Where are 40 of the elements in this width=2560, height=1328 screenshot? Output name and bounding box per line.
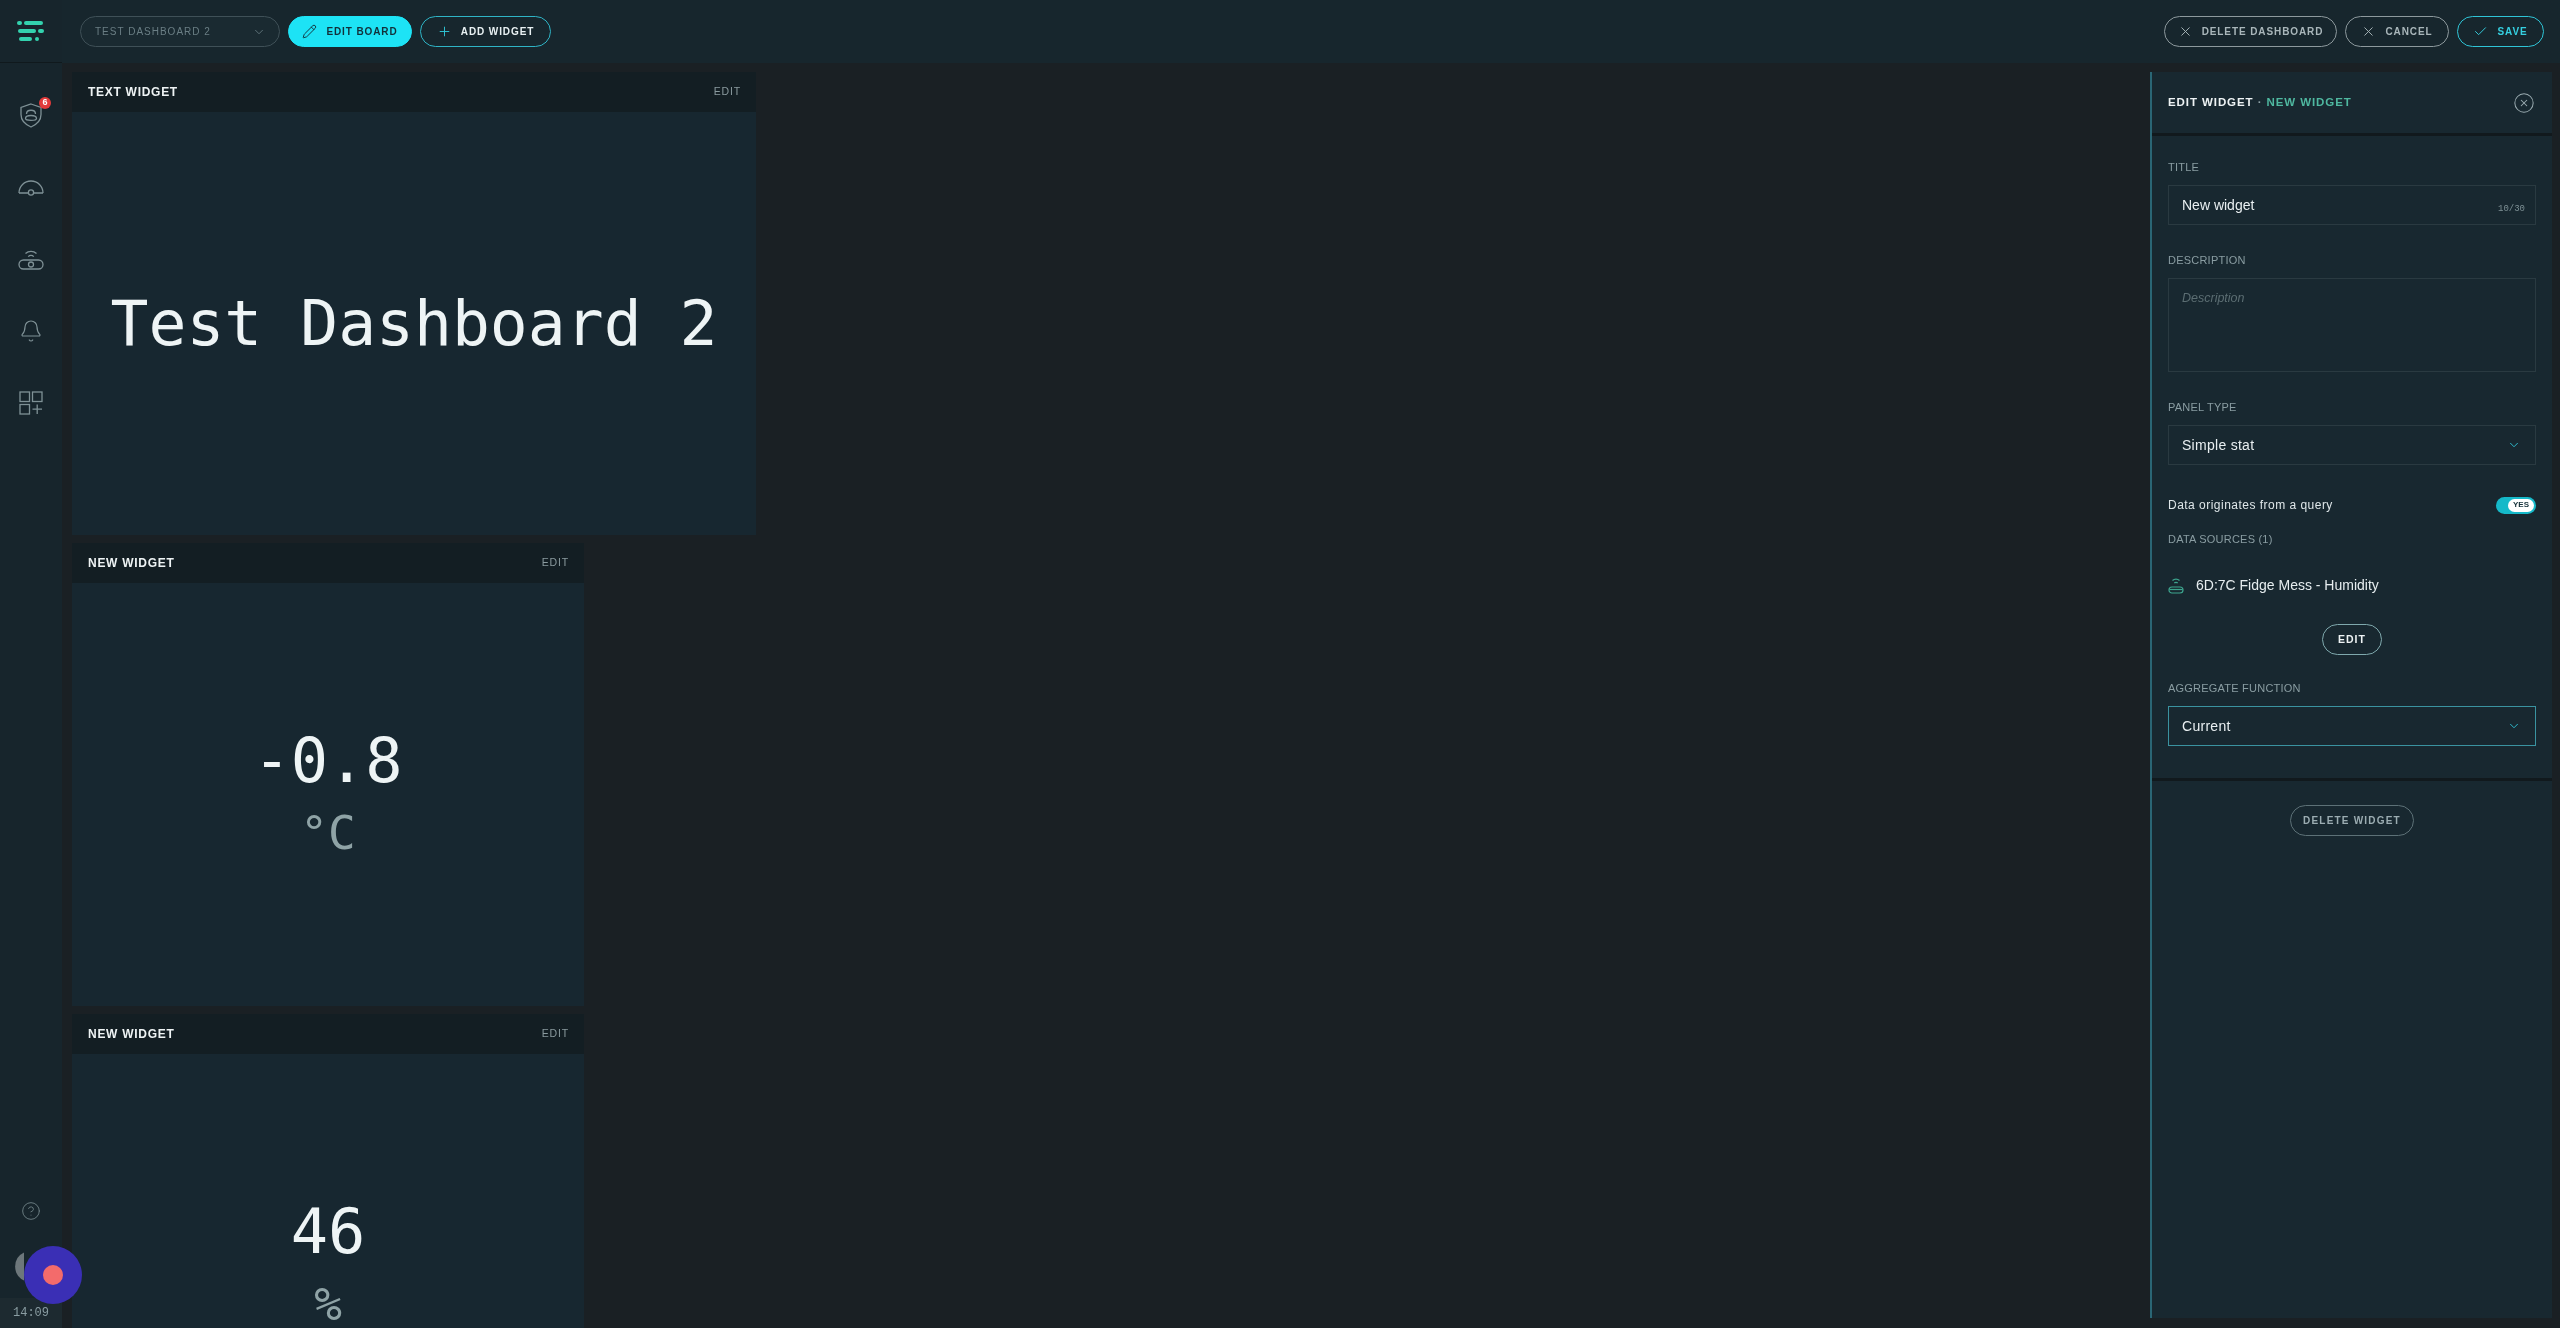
toggle-switch[interactable]: YES	[2496, 496, 2536, 514]
title-input[interactable]: New widget 10/30	[2168, 185, 2536, 225]
grid-plus-icon[interactable]	[19, 391, 43, 415]
widget-text: Test Dashboard 2	[110, 292, 718, 355]
edit-board-button[interactable]: EDIT BOARD	[288, 16, 412, 47]
stat-unit: %	[314, 1281, 342, 1327]
help-icon[interactable]	[21, 1201, 41, 1221]
sensor-icon[interactable]	[18, 248, 44, 270]
data-source-name: 6D:7C Fidge Mess - Humidity	[2196, 576, 2379, 595]
widget-title: NEW WIDGET	[88, 1026, 175, 1043]
pencil-icon	[302, 24, 318, 39]
edit-link[interactable]: EDIT	[713, 84, 741, 100]
gauge-icon[interactable]	[18, 178, 44, 196]
stat-unit: °C	[300, 810, 356, 856]
edit-link[interactable]: EDIT	[541, 555, 569, 571]
logo-icon[interactable]	[17, 20, 45, 42]
stat-value: -0.8	[253, 730, 403, 792]
field-label: PANEL TYPE	[2168, 400, 2237, 414]
aggregate-select[interactable]: Current	[2168, 706, 2536, 746]
field-label: DESCRIPTION	[2168, 253, 2246, 267]
close-icon[interactable]	[2513, 91, 2535, 114]
sensor-icon	[2168, 577, 2184, 594]
clock-time: 14:09	[13, 1305, 49, 1322]
avatar-icon[interactable]	[15, 1251, 24, 1282]
description-input[interactable]: Description	[2168, 278, 2536, 372]
character-counter: 10/30	[2498, 202, 2525, 216]
field-label: AGGREGATE FUNCTION	[2168, 681, 2301, 695]
bell-icon[interactable]	[19, 319, 43, 343]
notification-badge: 6	[39, 96, 51, 109]
widget-title: NEW WIDGET	[88, 555, 175, 572]
panel-type-select[interactable]: Simple stat	[2168, 425, 2536, 465]
toggle-label: Data originates from a query	[2168, 497, 2333, 514]
edit-link[interactable]: EDIT	[541, 1026, 569, 1042]
section-label: DATA SOURCES (1)	[2168, 532, 2273, 546]
stat-value: 46	[290, 1201, 366, 1263]
plus-icon	[436, 24, 452, 39]
shield-icon[interactable]	[20, 102, 42, 128]
field-label: TITLE	[2168, 160, 2200, 174]
widget-title: TEXT WIDGET	[88, 84, 178, 101]
panel-title: EDIT WIDGET · NEW WIDGET	[2168, 94, 2352, 110]
